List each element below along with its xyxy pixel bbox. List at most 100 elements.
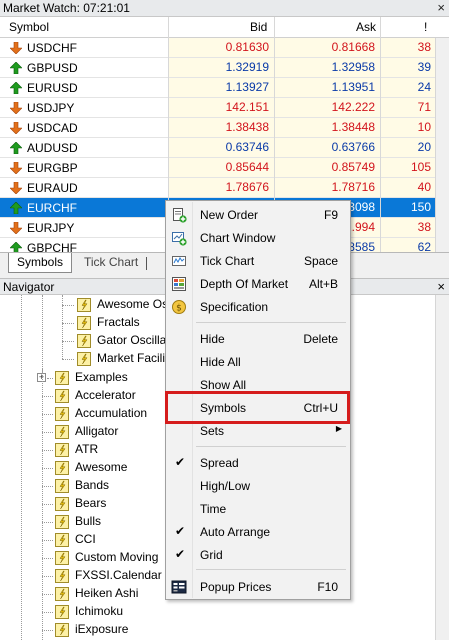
navigator-close-icon[interactable]: ×	[437, 279, 445, 294]
tree-guide-line	[42, 576, 53, 577]
navigator-item-label: iExposure	[75, 622, 129, 636]
navigator-item-label: Accumulation	[75, 406, 148, 420]
symbol-cell: EURJPY	[0, 218, 168, 237]
menu-item-label: Popup Prices	[200, 580, 272, 594]
column-header-symbol[interactable]: Symbol	[9, 20, 49, 34]
menu-item-chart-window[interactable]: Chart Window	[168, 227, 348, 249]
table-row[interactable]: USDCAD 1.38438 1.38448 10	[0, 118, 435, 138]
table-row[interactable]: USDJPY 142.151 142.222 71	[0, 98, 435, 118]
price-up-arrow-icon	[9, 201, 23, 215]
menu-item-popup-prices[interactable]: Popup Prices F10	[168, 576, 348, 598]
ask-price: 0.63766	[274, 138, 380, 157]
tree-guide-line	[47, 378, 53, 379]
table-row[interactable]: AUDUSD 0.63746 0.63766 20	[0, 138, 435, 158]
table-row[interactable]: EURGBP 0.85644 0.85749 105	[0, 158, 435, 178]
navigator-item-label: Awesome	[75, 460, 128, 474]
menu-item-spread[interactable]: ✔ Spread	[168, 452, 348, 474]
spread-value: 24	[380, 78, 435, 97]
column-header-ask[interactable]: Ask	[356, 20, 376, 34]
tree-guide-line	[42, 414, 53, 415]
price-down-arrow-icon	[9, 101, 23, 115]
market-watch-close-icon[interactable]: ×	[437, 0, 445, 15]
price-up-arrow-icon	[9, 61, 23, 75]
tree-guide-line	[42, 295, 43, 377]
indicator-icon	[54, 478, 70, 494]
bid-price: 1.13927	[168, 78, 274, 97]
indicator-icon	[76, 315, 92, 331]
new-order-icon	[171, 207, 187, 223]
menu-item-hide-all[interactable]: Hide All	[168, 351, 348, 373]
navigator-item-label: Custom Moving	[75, 550, 159, 564]
navigator-title: Navigator	[3, 280, 55, 294]
menu-item-depth-of-market[interactable]: Depth Of Market Alt+B	[168, 273, 348, 295]
navigator-item-label: Examples	[75, 370, 128, 384]
menu-item-high-low[interactable]: High/Low	[168, 475, 348, 497]
menu-item-grid[interactable]: ✔ Grid	[168, 544, 348, 566]
symbol-name: USDCAD	[27, 121, 78, 135]
navigator-item-label: Fractals	[97, 315, 140, 329]
price-down-arrow-icon	[9, 221, 23, 235]
table-row[interactable]: EURUSD 1.13927 1.13951 24	[0, 78, 435, 98]
navigator-scrollbar[interactable]	[435, 295, 449, 640]
checkmark-icon: ✔	[175, 524, 186, 538]
symbol-name: AUDUSD	[27, 141, 78, 155]
spread-value: 39	[380, 58, 435, 77]
ask-price: 0.81668	[274, 38, 380, 57]
popup-prices-icon	[171, 579, 187, 595]
symbol-cell: EURUSD	[0, 78, 168, 97]
menu-item-time[interactable]: Time	[168, 498, 348, 520]
menu-item-label: Spread	[200, 456, 239, 470]
indicator-icon	[76, 333, 92, 349]
table-row[interactable]: USDCHF 0.81630 0.81668 38	[0, 38, 435, 58]
symbol-cell: GBPUSD	[0, 58, 168, 77]
tree-guide-line	[62, 341, 74, 342]
submenu-arrow-icon: ▶	[335, 424, 342, 433]
ask-price: 1.32958	[274, 58, 380, 77]
column-header-bid[interactable]: Bid	[250, 20, 267, 34]
column-divider	[380, 17, 381, 253]
tree-guide-line	[42, 486, 53, 487]
table-row[interactable]: EURAUD 1.78676 1.78716 40	[0, 178, 435, 198]
spread-value: 105	[380, 158, 435, 177]
menu-item-auto-arrange[interactable]: ✔ Auto Arrange	[168, 521, 348, 543]
tree-guide-line	[42, 594, 53, 595]
column-header-spread[interactable]: !	[424, 20, 427, 34]
menu-item-label: Hide	[200, 332, 225, 346]
navigator-item-label: Alligator	[75, 424, 119, 438]
menu-item-new-order[interactable]: New Order F9	[168, 204, 348, 226]
menu-item-specification[interactable]: $ Specification	[168, 296, 348, 318]
menu-item-shortcut: F9	[323, 208, 338, 222]
tree-guide-line	[42, 612, 53, 613]
menu-separator	[196, 446, 346, 447]
tab-divider	[146, 257, 147, 270]
navigator-item-label: Bands	[75, 478, 110, 492]
tab-tick-chart[interactable]: Tick Chart	[76, 253, 146, 273]
ask-price: 1.13951	[274, 78, 380, 97]
market-watch-scrollbar[interactable]	[435, 38, 449, 252]
symbol-cell: USDCHF	[0, 38, 168, 57]
menu-item-label: Chart Window	[200, 231, 276, 245]
tree-guide-line	[62, 295, 63, 359]
tree-guide-line	[42, 540, 53, 541]
menu-item-label: Time	[200, 502, 227, 516]
bid-price: 1.32919	[168, 58, 274, 77]
symbol-name: USDCHF	[27, 41, 77, 55]
menu-item-hide[interactable]: Hide Delete	[168, 328, 348, 350]
market-watch-title: Market Watch: 07:21:01	[3, 1, 130, 15]
menu-item-shortcut: F10	[317, 580, 338, 594]
price-up-arrow-icon	[9, 81, 23, 95]
table-row[interactable]: GBPUSD 1.32919 1.32958 39	[0, 58, 435, 78]
menu-separator	[196, 322, 346, 323]
tree-guide-line	[62, 323, 74, 324]
tab-symbols[interactable]: Symbols	[8, 253, 73, 273]
tree-guide-line	[62, 359, 74, 360]
symbol-name: EURAUD	[27, 181, 78, 195]
indicator-icon	[54, 586, 70, 602]
checkmark-icon: ✔	[175, 455, 186, 469]
menu-item-label: Sets	[200, 424, 225, 438]
chart-window-icon	[171, 230, 187, 246]
indicator-icon	[54, 568, 70, 584]
navigator-item-label: ATR	[75, 442, 99, 456]
menu-item-tick-chart[interactable]: Tick Chart Space	[168, 250, 348, 272]
menu-item-label: Auto Arrange	[200, 525, 271, 539]
